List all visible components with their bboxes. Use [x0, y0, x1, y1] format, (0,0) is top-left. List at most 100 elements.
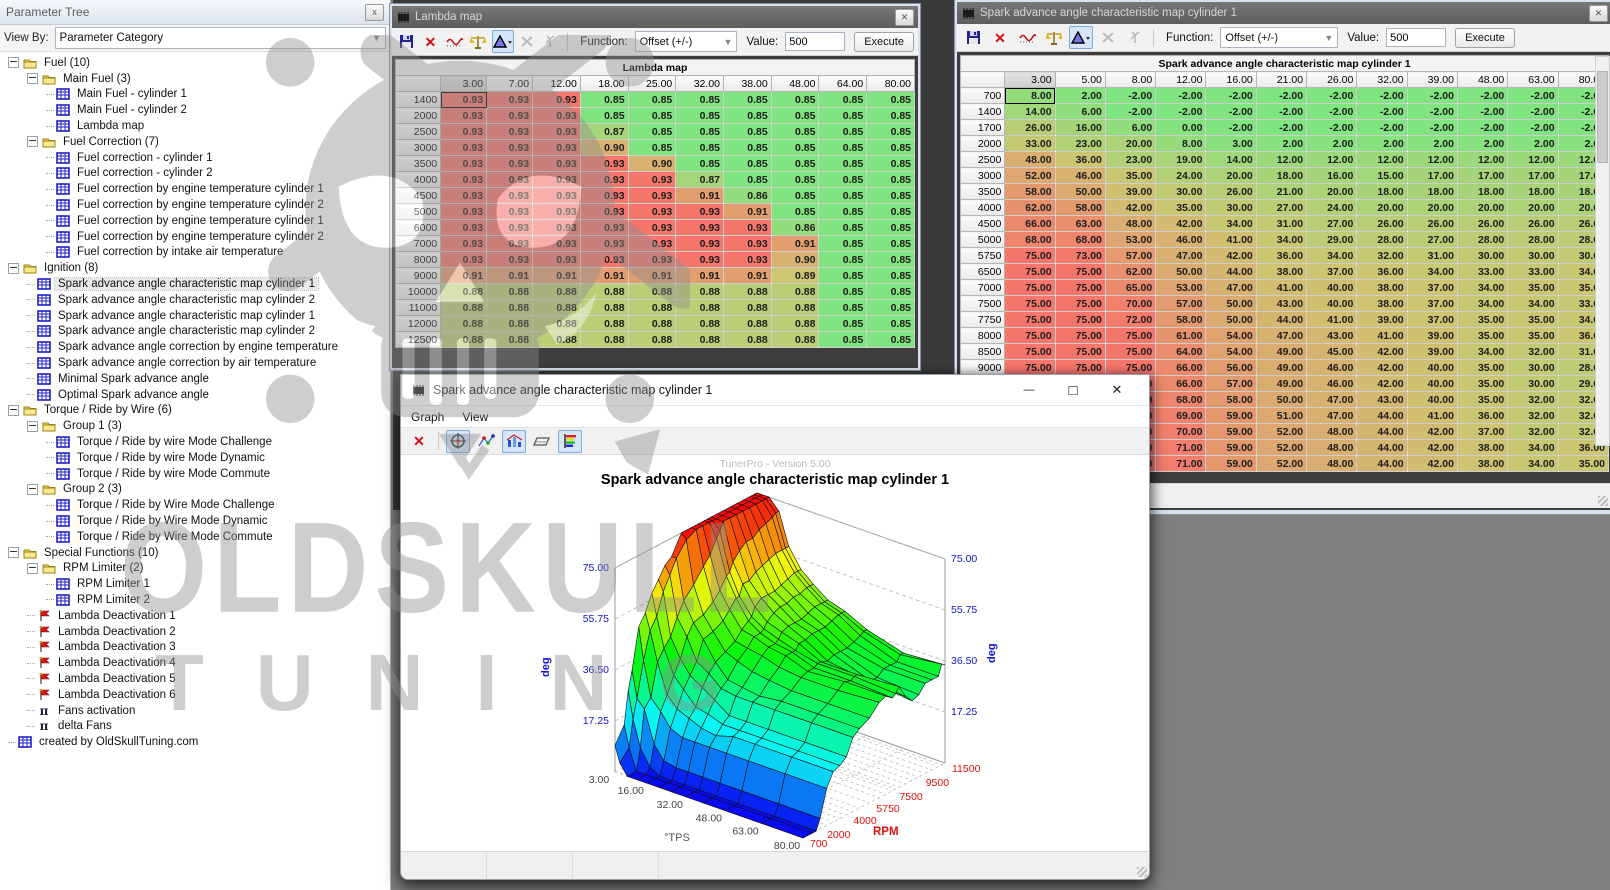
map-cell[interactable]: 59.00 — [1206, 440, 1256, 456]
map-cell[interactable]: 0.91 — [676, 188, 724, 204]
map-cell[interactable]: 19.00 — [1156, 152, 1206, 168]
map-cell[interactable]: 12.00 — [1457, 152, 1507, 168]
map-cell[interactable]: 35.00 — [1508, 328, 1558, 344]
map-cell[interactable]: 44.00 — [1357, 424, 1407, 440]
map-cell[interactable]: 0.85 — [724, 92, 772, 108]
tree-item[interactable]: Lambda Deactivation 5 — [2, 671, 390, 687]
menu-view[interactable]: View — [462, 410, 488, 424]
map-cell[interactable]: 42.00 — [1156, 216, 1206, 232]
save-button[interactable] — [961, 26, 985, 49]
map-cell[interactable]: 0.85 — [771, 204, 819, 220]
map-cell[interactable]: 0.88 — [771, 300, 819, 316]
map-cell[interactable]: 6.00 — [1105, 120, 1155, 136]
map-cell[interactable]: 75.00 — [1005, 248, 1055, 264]
map-cell[interactable]: 75.00 — [1005, 328, 1055, 344]
map-cell[interactable]: 0.85 — [580, 108, 628, 124]
map-cell[interactable]: 43.00 — [1256, 296, 1306, 312]
map-cell[interactable]: 30.00 — [1206, 200, 1256, 216]
axis-swap-button[interactable] — [1096, 26, 1120, 49]
map-cell[interactable]: 49.00 — [1256, 376, 1306, 392]
map-cell[interactable]: 0.85 — [724, 140, 772, 156]
map-cell[interactable]: 0.85 — [771, 92, 819, 108]
map-cell[interactable]: 41.00 — [1307, 312, 1357, 328]
map-cell[interactable]: 0.93 — [580, 220, 628, 236]
column-header[interactable]: 48.00 — [771, 76, 819, 92]
map-cell[interactable]: 0.93 — [628, 220, 676, 236]
map-cell[interactable]: 75.00 — [1055, 280, 1105, 296]
map-cell[interactable]: 47.00 — [1256, 328, 1306, 344]
column-header[interactable]: 32.00 — [1357, 72, 1407, 88]
map-cell[interactable]: 15.00 — [1357, 168, 1407, 184]
map-cell[interactable]: 0.91 — [724, 268, 772, 284]
map-cell[interactable]: 0.85 — [819, 236, 867, 252]
map-cell[interactable]: 0.93 — [487, 140, 533, 156]
map-cell[interactable]: 61.00 — [1156, 328, 1206, 344]
map-cell[interactable]: 20.00 — [1508, 200, 1558, 216]
map-cell[interactable]: -2.00 — [1407, 120, 1457, 136]
compare-button[interactable] — [1042, 26, 1066, 49]
column-header[interactable]: 7.00 — [487, 76, 533, 92]
surface-graph-button[interactable] — [502, 430, 526, 453]
map-cell[interactable]: 0.85 — [771, 156, 819, 172]
map-cell[interactable]: 0.91 — [628, 268, 676, 284]
tree-item[interactable]: created by OldSkullTuning.com — [2, 734, 390, 750]
map-cell[interactable]: 63.00 — [1055, 216, 1105, 232]
map-cell[interactable]: 0.93 — [441, 156, 487, 172]
map-cell[interactable]: 24.00 — [1156, 168, 1206, 184]
map-cell[interactable]: 49.00 — [1256, 360, 1306, 376]
map-cell[interactable]: 0.85 — [676, 108, 724, 124]
delete-button[interactable]: ✕ — [988, 26, 1012, 49]
map-cell[interactable]: 0.85 — [819, 268, 867, 284]
axis-swap-button[interactable] — [517, 30, 538, 53]
map-cell[interactable]: 37.00 — [1457, 424, 1507, 440]
tree-item[interactable]: Lambda Deactivation 2 — [2, 624, 390, 640]
column-header[interactable]: 48.00 — [1457, 72, 1507, 88]
tree-item[interactable]: Fuel correction by intake air temperatur… — [2, 245, 390, 261]
map-cell[interactable]: -2.00 — [1105, 88, 1155, 104]
map-cell[interactable]: 20.00 — [1457, 200, 1507, 216]
map-cell[interactable]: 46.00 — [1156, 232, 1206, 248]
row-header[interactable]: 8500 — [961, 344, 1005, 360]
collapse-icon[interactable] — [8, 547, 19, 558]
map-cell[interactable]: 32.00 — [1508, 392, 1558, 408]
map-cell[interactable]: 0.85 — [867, 124, 915, 140]
map-cell[interactable]: 0.85 — [676, 156, 724, 172]
map-cell[interactable]: 0.93 — [441, 108, 487, 124]
row-header[interactable]: 12500 — [396, 332, 441, 348]
map-cell[interactable]: 0.93 — [676, 220, 724, 236]
map-cell[interactable]: 0.88 — [724, 284, 772, 300]
row-header[interactable]: 1700 — [961, 120, 1005, 136]
map-cell[interactable]: 0.85 — [676, 92, 724, 108]
column-header[interactable]: 18.00 — [580, 76, 628, 92]
map-cell[interactable]: -2.00 — [1156, 104, 1206, 120]
map-cell[interactable]: 18.00 — [1508, 184, 1558, 200]
map-cell[interactable]: 65.00 — [1105, 280, 1155, 296]
map-cell[interactable]: 68.00 — [1005, 232, 1055, 248]
row-header[interactable]: 4500 — [396, 188, 441, 204]
map-cell[interactable]: 0.85 — [628, 108, 676, 124]
map-cell[interactable]: 48.00 — [1005, 152, 1055, 168]
collapse-icon[interactable] — [27, 563, 38, 574]
map-cell[interactable]: 21.00 — [1256, 184, 1306, 200]
map-cell[interactable]: 23.00 — [1105, 152, 1155, 168]
map-cell[interactable]: 46.00 — [1055, 168, 1105, 184]
map-cell[interactable]: 0.93 — [533, 172, 581, 188]
map-cell[interactable]: 32.00 — [1508, 424, 1558, 440]
row-header[interactable]: 3000 — [396, 140, 441, 156]
map-cell[interactable]: 27.00 — [1407, 232, 1457, 248]
tree-item[interactable]: Fuel (10) — [2, 55, 390, 71]
column-header[interactable]: 16.00 — [1206, 72, 1256, 88]
map-cell[interactable]: -2.00 — [1407, 88, 1457, 104]
row-header[interactable]: 3500 — [396, 156, 441, 172]
map-cell[interactable]: 26.00 — [1206, 184, 1256, 200]
map-cell[interactable]: 6.00 — [1055, 104, 1105, 120]
map-cell[interactable]: 0.93 — [441, 172, 487, 188]
map-cell[interactable]: 0.88 — [441, 284, 487, 300]
maximize-button[interactable] — [1051, 376, 1095, 405]
collapse-icon[interactable] — [8, 263, 19, 274]
column-header[interactable]: 32.00 — [676, 76, 724, 92]
map-cell[interactable]: 0.93 — [441, 236, 487, 252]
map-cell[interactable]: 0.93 — [441, 204, 487, 220]
map-cell[interactable]: 0.85 — [867, 156, 915, 172]
map-cell[interactable]: 0.85 — [867, 188, 915, 204]
